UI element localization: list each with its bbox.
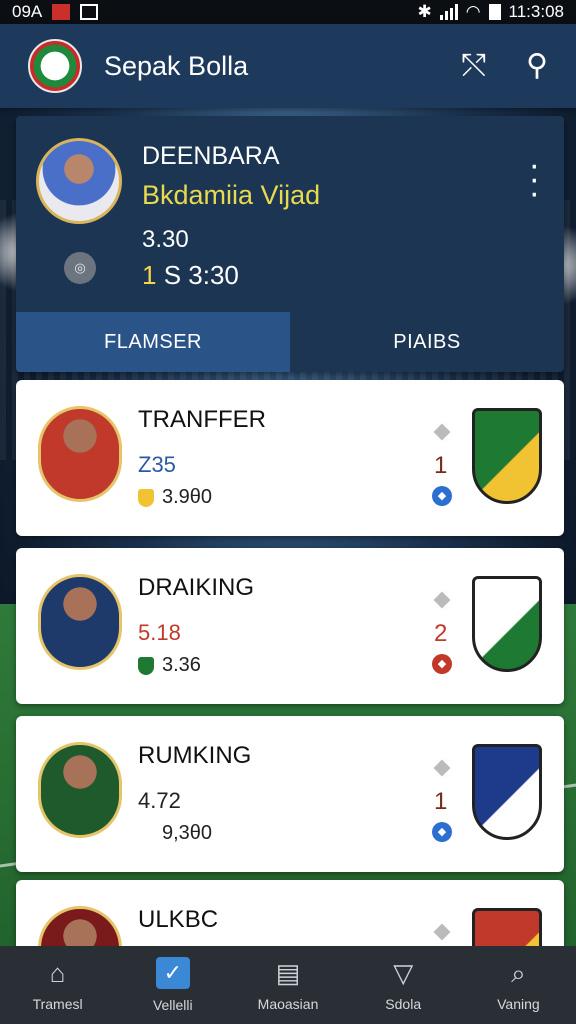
player-rank: 2 [434, 620, 448, 647]
player-avatar [38, 742, 122, 838]
app-title: Sepak Bolla [104, 50, 249, 81]
list-item[interactable]: DRAIKING 5.18 3.36 2 ◆ [16, 548, 564, 704]
player-title: DRAIKING [138, 574, 255, 601]
list-item[interactable]: RUMKING 4.72 9,3θ0 1 ◆ [16, 716, 564, 872]
battery-icon [488, 4, 501, 20]
shield-icon [138, 488, 154, 507]
nav-label: Sdola [385, 996, 422, 1012]
player-value: 5.18 [138, 620, 181, 645]
notification-icon [52, 4, 71, 20]
status-time: 11:3:08 [508, 2, 564, 21]
shield-icon [138, 824, 154, 843]
wifi-icon: ◠ [465, 2, 481, 21]
player-sub-text: 3.36 [162, 654, 201, 676]
profile-badge-icon: ◎ [64, 252, 96, 284]
search-icon: ⌕ [511, 958, 526, 988]
share-icon[interactable]: ⤲ [462, 51, 486, 81]
status-left-text: 09A [12, 2, 43, 21]
more-options-icon[interactable]: · · · [529, 148, 540, 210]
player-sub: 3.9θ0 [138, 486, 212, 509]
player-sub: 3.36 [138, 654, 201, 677]
bluetooth-icon: ✱ [417, 2, 432, 21]
nav-label: Maoasian [257, 996, 319, 1012]
nav-item-vellelli[interactable]: ✓ Vellelli [115, 946, 230, 1024]
nav-item-maoasian[interactable]: ▤ Maoasian [230, 946, 345, 1024]
profile-stat-2-rest: S 3:30 [163, 260, 239, 290]
app-bar: Sepak Bolla ⤲ ⚲ [0, 24, 576, 108]
rank-dot-icon: ◆ [432, 822, 452, 842]
profile-name: DEENBARA [142, 142, 280, 170]
profile-card: ◎ DEENBARA Bkdamiia Vijad 3.30 1 S 3:30 … [16, 116, 564, 372]
search-icon[interactable]: ⚲ [526, 51, 548, 81]
rank-diamond-icon [433, 759, 451, 777]
player-value: Z35 [138, 452, 176, 477]
nav-item-tramesl[interactable]: ⌂ Tramesl [0, 946, 115, 1024]
signal-icon [439, 4, 458, 20]
tab-piaibs[interactable]: PIAIBS [290, 312, 564, 372]
rank-diamond-icon [433, 423, 451, 441]
chart-icon: ▤ [275, 958, 301, 988]
player-title: ULKBC [138, 906, 219, 933]
rank-diamond-icon [433, 923, 451, 941]
profile-stat-2-highlight: 1 [142, 260, 157, 290]
player-avatar [38, 574, 122, 670]
check-icon: ✓ [155, 957, 190, 989]
rank-dot-icon: ◆ [432, 654, 452, 674]
player-title: RUMKING [138, 742, 252, 769]
player-sub: 9,3θ0 [138, 822, 212, 845]
profile-stat-2: 1 S 3:30 [142, 260, 239, 291]
nav-item-vaning[interactable]: ⌕ Vaning [461, 946, 576, 1024]
club-crest [472, 576, 542, 672]
club-crest [472, 408, 542, 504]
shield-icon: ▽ [393, 958, 414, 988]
club-crest [472, 744, 542, 840]
image-icon [80, 4, 99, 20]
player-sub-text: 3.9θ0 [162, 486, 213, 508]
bottom-nav: ⌂ Tramesl ✓ Vellelli ▤ Maoasian ▽ Sdola … [0, 946, 576, 1024]
home-icon: ⌂ [49, 958, 66, 988]
app-logo[interactable] [28, 39, 82, 93]
player-avatar [38, 406, 122, 502]
tab-flamser[interactable]: FLAMSER [16, 312, 290, 372]
player-rank: 1 [434, 452, 448, 479]
nav-item-sdola[interactable]: ▽ Sdola [346, 946, 461, 1024]
player-sub-text: 9,3θ0 [162, 822, 213, 844]
player-title: TRANFFER [138, 406, 266, 433]
profile-tabs: FLAMSER PIAIBS [16, 312, 564, 372]
rank-dot-icon: ◆ [432, 486, 452, 506]
list-item[interactable]: TRANFFER Z35 3.9θ0 1 ◆ [16, 380, 564, 536]
profile-team: Bkdamiia Vijad [142, 180, 321, 210]
player-value: 4.72 [138, 788, 181, 813]
status-bar: 09A ✱ ◠ 11:3:08 [0, 0, 576, 24]
shield-icon [138, 656, 154, 675]
nav-label: Tramesl [32, 996, 83, 1012]
profile-stat-1: 3.30 [142, 226, 189, 253]
profile-avatar[interactable] [36, 138, 122, 224]
nav-label: Vellelli [152, 997, 193, 1013]
rank-diamond-icon [433, 591, 451, 609]
nav-label: Vaning [497, 996, 540, 1012]
player-rank: 1 [434, 788, 448, 815]
